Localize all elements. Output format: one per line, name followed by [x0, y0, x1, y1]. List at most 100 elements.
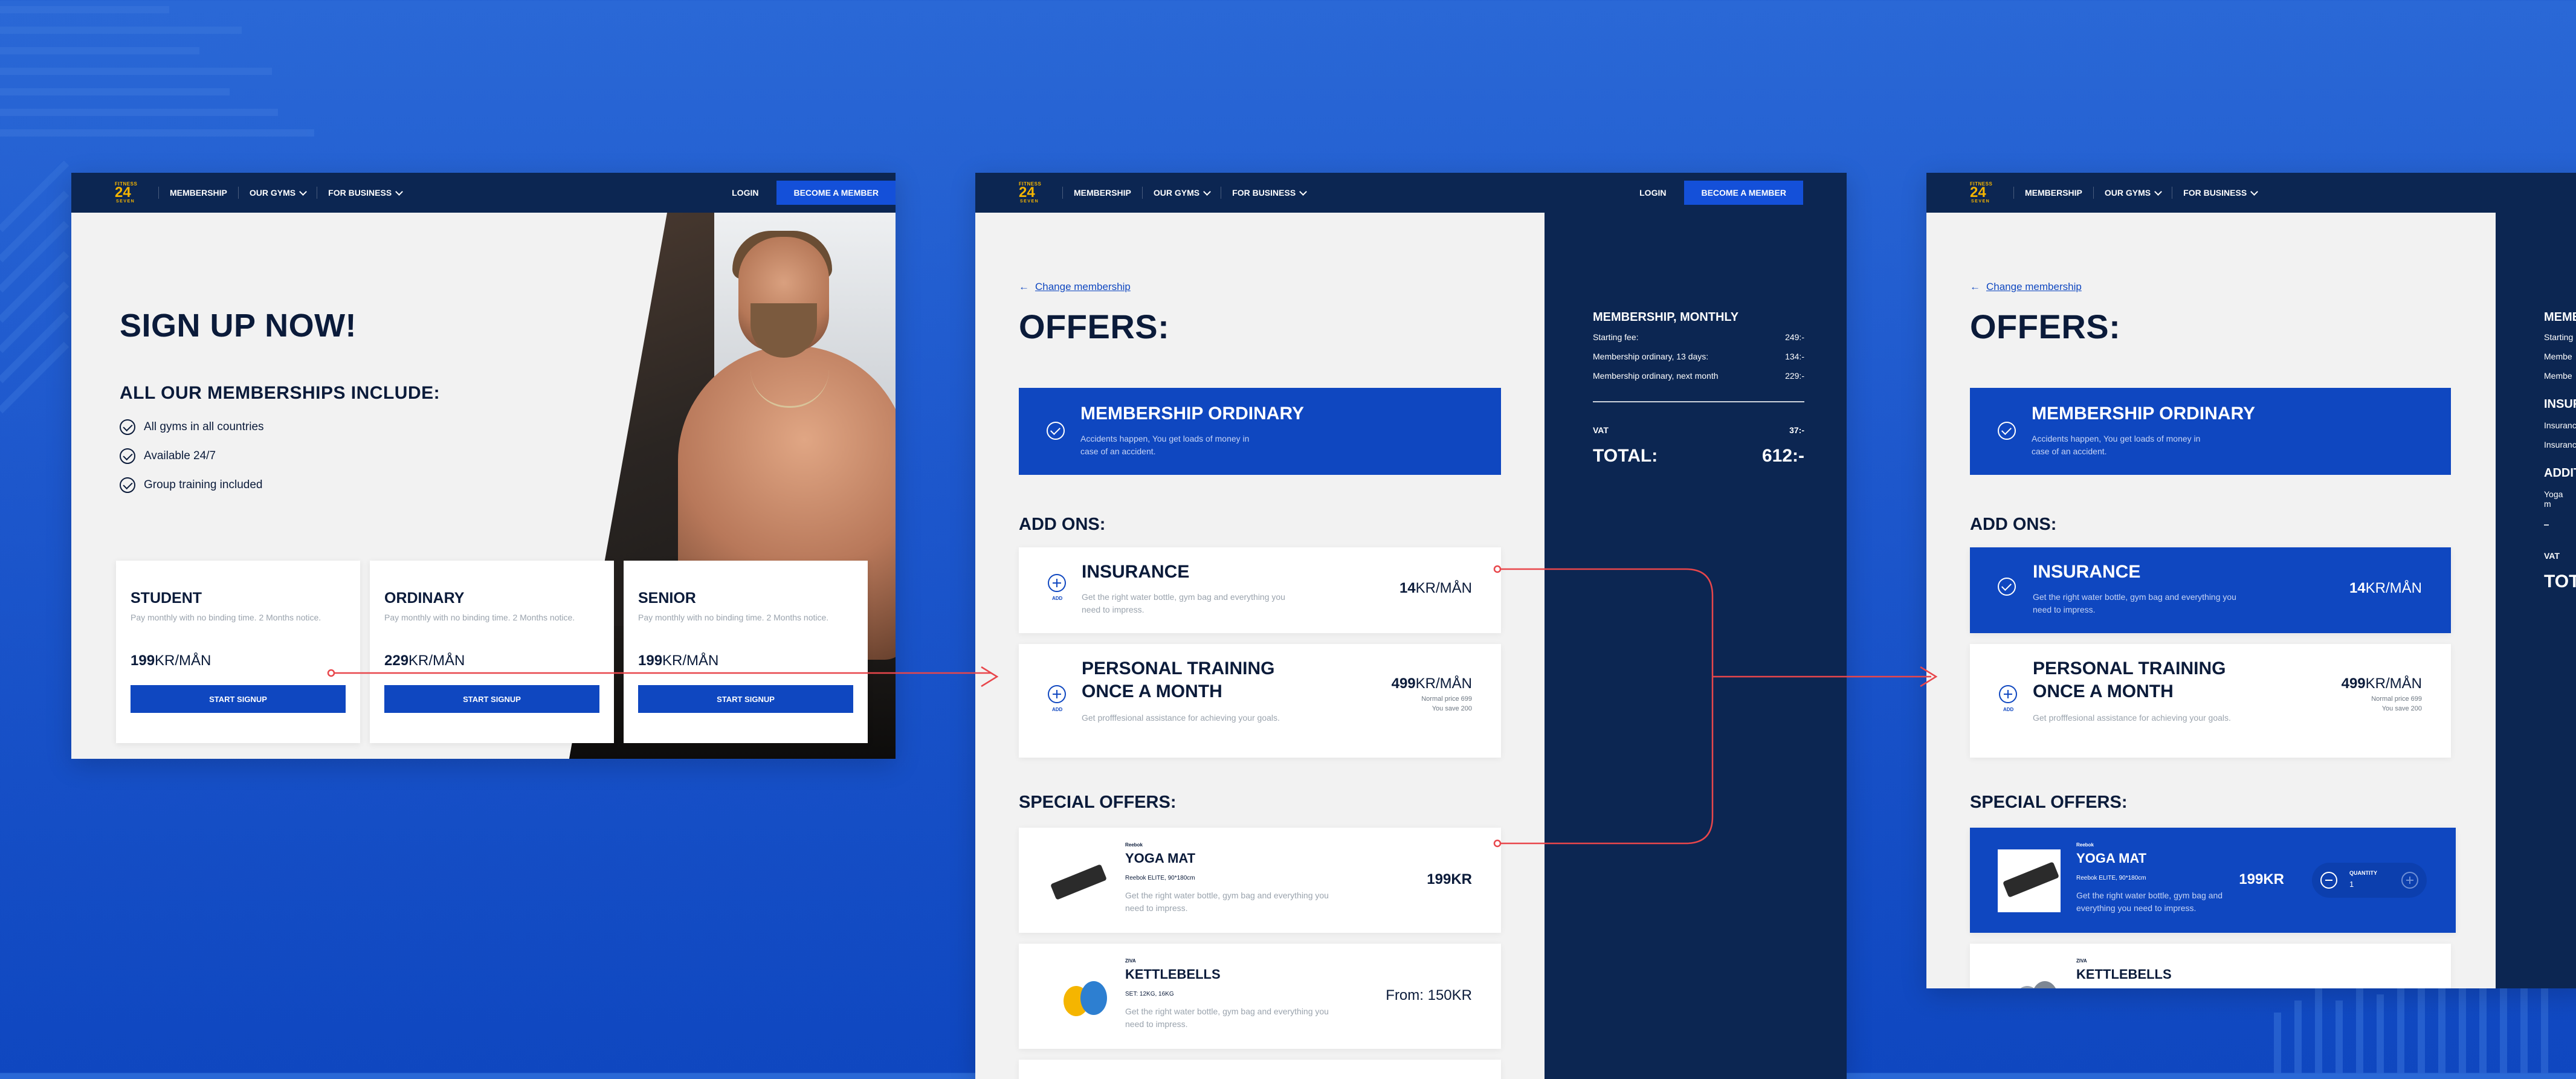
quantity-stepper[interactable]: QUANTITY 1 [2312, 863, 2427, 898]
addon-title-line: PERSONAL TRAINING [2033, 659, 2226, 678]
nav-for-business-label: FOR BUSINESS [328, 188, 392, 198]
nav-for-business[interactable]: FOR BUSINESS [1221, 187, 1317, 199]
nav-our-gyms-label: OUR GYMS [1153, 188, 1200, 198]
plan-description: Pay monthly with no binding time. 2 Mont… [638, 613, 829, 622]
nav-membership[interactable]: MEMBERSHIP [158, 187, 238, 199]
addon-title: INSURANCE [2033, 562, 2141, 582]
nav-our-gyms[interactable]: OUR GYMS [1141, 187, 1221, 199]
logo-text-mid: 24 [1970, 184, 1986, 201]
special-offer-yoga-mat[interactable]: Reebok YOGA MAT Reebok ELITE, 90*180cm G… [1019, 828, 1501, 933]
summary-row-value: 249:- [1785, 332, 1804, 342]
include-item-label: Group training included [144, 478, 263, 491]
nav-for-business-label: FOR BUSINESS [2183, 188, 2247, 198]
nav-membership[interactable]: MEMBERSHIP [2013, 187, 2093, 199]
addons-heading: ADD ONS: [1970, 515, 2057, 534]
addon-title-line: PERSONAL TRAINING [1082, 659, 1275, 678]
arrow-left-icon: ← [1019, 281, 1029, 292]
include-item-label: Available 24/7 [144, 449, 216, 462]
product-price: 199KR [1427, 871, 1472, 887]
offers-screen: FITNESS 24 SEVEN MEMBERSHIP OUR GYMS FOR… [975, 173, 1847, 1079]
addon-personal-training[interactable]: ADD PERSONAL TRAINING ONCE A MONTH Get pr… [1019, 644, 1501, 758]
minus-circle-icon[interactable] [2320, 872, 2337, 889]
addon-insurance-selected[interactable]: INSURANCE Get the right water bottle, gy… [1970, 547, 2451, 633]
login-link[interactable]: LOGIN [1639, 188, 1666, 198]
nav-for-business[interactable]: FOR BUSINESS [2172, 187, 2268, 199]
product-brand: ZIVA [2076, 958, 2087, 964]
product-price: From: 150KR [1386, 987, 1472, 1003]
addon-price: 14KR/MÅN [2349, 580, 2422, 597]
membership-description: Accidents happen, You get loads of money… [1080, 434, 1250, 456]
addon-price-value: 499 [2341, 675, 2366, 692]
chevron-down-icon [299, 187, 308, 196]
nav-for-business[interactable]: FOR BUSINESS [317, 187, 413, 199]
include-item-label: All gyms in all countries [144, 420, 264, 433]
special-offer-kettlebells[interactable]: ZIVA KETTLEBELLS SET: 12KG, 16KG Get the… [1019, 944, 1501, 1049]
nav-our-gyms[interactable]: OUR GYMS [237, 187, 317, 199]
addons-heading: ADD ONS: [1019, 515, 1106, 534]
addon-price: 14KR/MÅN [1399, 580, 1472, 597]
become-member-button[interactable]: BECOME A MEMBER [776, 181, 896, 205]
start-signup-button[interactable]: START SIGNUP [384, 685, 599, 713]
addon-insurance[interactable]: ADD INSURANCE Get the right water bottle… [1019, 547, 1501, 633]
logo[interactable]: FITNESS 24 SEVEN [1970, 181, 1998, 204]
nav-membership-label: MEMBERSHIP [1074, 188, 1131, 198]
page-title: OFFERS: [1970, 308, 2121, 346]
product-spec: Reebok ELITE, 90*180cm [2076, 875, 2146, 881]
addon-personal-training[interactable]: ADD PERSONAL TRAINING ONCE A MONTH Get pr… [1970, 644, 2451, 758]
nav-membership[interactable]: MEMBERSHIP [1062, 187, 1142, 199]
logo-text-bottom: SEVEN [1020, 199, 1039, 204]
addon-description: Get the right water bottle, gym bag and … [1082, 592, 1285, 614]
change-membership-label: Change membership [1986, 281, 2082, 292]
signup-screen: FITNESS 24 SEVEN MEMBERSHIP OUR GYMS FOR… [71, 173, 896, 759]
special-offer-kettlebells[interactable]: ZIVA KETTLEBELLS [1970, 944, 2451, 988]
change-membership-link[interactable]: ← Change membership [1019, 281, 1131, 293]
start-signup-button[interactable]: START SIGNUP [638, 685, 853, 713]
add-circle-icon [1048, 685, 1066, 703]
top-nav: FITNESS 24 SEVEN MEMBERSHIP OUR GYMS FOR… [71, 173, 896, 213]
chevron-down-icon [1299, 187, 1308, 196]
summary-insurance-heading: INSUR [2544, 398, 2576, 411]
start-signup-button[interactable]: START SIGNUP [131, 685, 346, 713]
order-summary-panel: MEME Starting Membe Membe INSUR Insuranc… [2496, 213, 2576, 988]
chevron-down-icon [1203, 187, 1212, 196]
nav-for-business-label: FOR BUSINESS [1232, 188, 1296, 198]
product-title: YOGA MAT [1125, 851, 1196, 866]
summary-row-label: Membership ordinary, next month [1593, 371, 1719, 381]
logo[interactable]: FITNESS 24 SEVEN [1019, 181, 1047, 204]
page-title: SIGN UP NOW! [120, 308, 357, 344]
login-link[interactable]: LOGIN [732, 188, 758, 198]
change-membership-link[interactable]: ← Change membership [1970, 281, 2082, 293]
membership-title: MEMBERSHIP ORDINARY [1080, 404, 1305, 424]
add-label: ADD [1052, 596, 1063, 601]
product-title: YOGA MAT [2076, 851, 2147, 866]
summary-title: MEME [2544, 311, 2576, 324]
addon-description: Get the right water bottle, gym bag and … [2033, 592, 2236, 614]
includes-heading: ALL OUR MEMBERSHIPS INCLUDE: [120, 383, 441, 403]
special-offer-partial[interactable] [1019, 1060, 1501, 1079]
plan-name: STUDENT [131, 590, 202, 607]
add-circle-icon [1999, 685, 2017, 703]
product-title: KETTLEBELLS [2076, 967, 2172, 982]
selected-membership-card[interactable]: MEMBERSHIP ORDINARY Accidents happen, Yo… [1019, 388, 1501, 475]
logo-text-mid: 24 [115, 184, 131, 201]
membership-description: Accidents happen, You get loads of money… [2032, 434, 2201, 456]
top-nav: FITNESS 24 SEVEN MEMBERSHIP OUR GYMS FOR… [1926, 173, 2576, 213]
summary-vat: VAT 37:- [1593, 425, 1804, 435]
vat-value: 37:- [1789, 425, 1804, 435]
product-spec: Reebok ELITE, 90*180cm [1125, 875, 1195, 881]
nav-our-gyms[interactable]: OUR GYMS [2093, 187, 2172, 199]
logo[interactable]: FITNESS 24 SEVEN [115, 181, 143, 204]
addon-price-value: 14 [2349, 580, 2366, 596]
plan-price-unit: KR/MÅN [662, 652, 719, 669]
become-member-button[interactable]: BECOME A MEMBER [1684, 181, 1803, 205]
product-description: Get the right water bottle, gym bag and … [1125, 891, 1329, 913]
plan-card-ordinary: ORDINARY Pay monthly with no binding tim… [370, 561, 614, 743]
plus-circle-icon[interactable] [2401, 872, 2418, 889]
summary-row: Membership ordinary, next month 229:- [1593, 371, 1804, 381]
chevron-down-icon [395, 187, 404, 196]
yoga-mat-image [1998, 849, 2061, 912]
savings-text: You save 200 [1432, 705, 1472, 712]
summary-total: TOTAL: 612:- [1593, 446, 1804, 466]
selected-membership-card[interactable]: MEMBERSHIP ORDINARY Accidents happen, Yo… [1970, 388, 2451, 475]
special-offer-yoga-mat-selected[interactable]: Reebok YOGA MAT Reebok ELITE, 90*180cm G… [1970, 828, 2456, 933]
